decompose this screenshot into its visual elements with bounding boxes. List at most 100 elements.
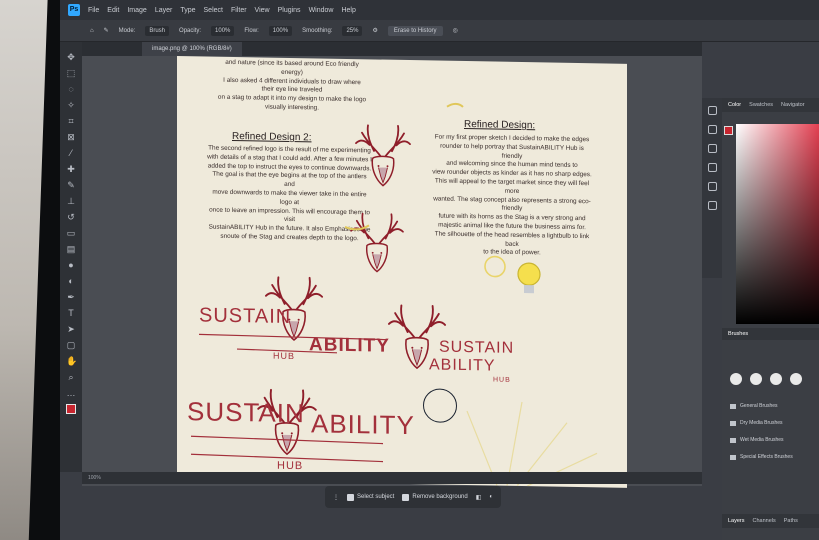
brush-folder-special[interactable]: Special Effects Brushes: [730, 454, 793, 460]
crop-tool-icon[interactable]: ⌗: [66, 116, 76, 126]
remove-background-button[interactable]: Remove background: [402, 493, 468, 501]
menu-filter[interactable]: Filter: [231, 7, 247, 14]
logo2-hub: HUB: [493, 376, 511, 384]
eraser-icon[interactable]: ▭: [66, 228, 76, 238]
brush-tool-icon[interactable]: ✎: [104, 27, 109, 34]
paths-panel-icon[interactable]: [707, 182, 717, 191]
brush-preset[interactable]: [750, 373, 762, 385]
color-panel-tabs: Color Swatches Navigator: [722, 98, 819, 112]
flow-field[interactable]: 100%: [268, 25, 293, 36]
home-icon[interactable]: ⌂: [90, 28, 94, 34]
marquee-tool-icon[interactable]: ⬚: [66, 68, 76, 78]
tab-paths[interactable]: Paths: [784, 518, 798, 524]
color-panel-foreground-chip[interactable]: [724, 126, 733, 135]
folder-icon: [730, 437, 736, 443]
menu-select[interactable]: Select: [204, 7, 223, 14]
history-brush-icon[interactable]: ↺: [66, 212, 76, 222]
magic-wand-icon[interactable]: ✧: [66, 100, 76, 110]
zoom-tool-icon[interactable]: ⌕: [66, 372, 76, 382]
lasso-tool-icon[interactable]: ◌: [66, 84, 76, 94]
frame-tool-icon[interactable]: ⊠: [66, 132, 76, 142]
path-select-icon[interactable]: ➤: [66, 324, 76, 334]
brush-preset[interactable]: [770, 373, 782, 385]
drag-handle-icon[interactable]: ⋮: [333, 494, 339, 501]
logo3-sustain: SUSTAIN: [187, 396, 305, 429]
arrow-sketch-2: [344, 224, 370, 231]
more-tools-icon[interactable]: …: [66, 388, 76, 398]
gradient-tool-icon[interactable]: ▤: [66, 244, 76, 254]
brush-preset[interactable]: [730, 373, 742, 385]
tab-navigator[interactable]: Navigator: [781, 102, 805, 108]
shape-tool-icon[interactable]: ▢: [66, 340, 76, 350]
gear-icon[interactable]: ⚙: [372, 27, 377, 34]
color-picker-field[interactable]: [736, 124, 819, 324]
history-panel-icon[interactable]: [707, 106, 717, 115]
status-bar: 100%: [82, 472, 702, 484]
pen-tool-icon[interactable]: ✒: [66, 292, 76, 302]
document-tab[interactable]: image.png @ 100% (RGB/8#): [142, 42, 242, 56]
brush-preset[interactable]: [790, 373, 802, 385]
right-panels: Color Swatches Navigator Brushes General…: [722, 98, 819, 540]
blur-tool-icon[interactable]: ●: [66, 260, 76, 270]
layers-panel-tabs: Layers Channels Paths: [722, 514, 819, 528]
more-options-icon[interactable]: ◐: [489, 494, 493, 500]
move-tool-icon[interactable]: ✥: [66, 52, 76, 62]
mode-label: Mode:: [118, 27, 136, 34]
pressure-icon[interactable]: ◎: [453, 27, 458, 34]
opacity-field[interactable]: 100%: [211, 25, 235, 36]
document-canvas[interactable]: and nature (since its based around Eco f…: [177, 56, 627, 488]
adjustments-panel-icon[interactable]: [707, 144, 717, 153]
menu-type[interactable]: Type: [180, 7, 195, 14]
circle-shape: [423, 388, 457, 423]
erase-to-history-checkbox[interactable]: Erase to History: [387, 25, 443, 36]
brush-folder-wet[interactable]: Wet Media Brushes: [730, 437, 784, 443]
tab-layers[interactable]: Layers: [728, 518, 745, 524]
stamp-tool-icon[interactable]: ⊥: [66, 196, 76, 206]
ps-logo-icon[interactable]: Ps: [68, 4, 80, 16]
tab-swatches[interactable]: Swatches: [749, 102, 773, 108]
menu-edit[interactable]: Edit: [107, 7, 119, 14]
smoothing-label: Smoothing:: [302, 27, 333, 34]
tools-panel: ✥ ⬚ ◌ ✧ ⌗ ⊠ ⁄ ✚ ✎ ⊥ ↺ ▭ ▤ ● ◐ ✒ T ➤ ▢ ✋ …: [60, 42, 82, 472]
menu-image[interactable]: Image: [127, 7, 146, 14]
remove-background-icon: [402, 493, 410, 501]
menu-layer[interactable]: Layer: [155, 7, 173, 14]
dodge-tool-icon[interactable]: ◐: [66, 276, 76, 286]
smoothing-field[interactable]: 25%: [342, 25, 363, 36]
menu-file[interactable]: File: [88, 7, 99, 14]
mode-select[interactable]: Brush: [145, 25, 170, 36]
tool-options-bar: ⌂ ✎ Mode: Brush Opacity: 100% Flow: 100%…: [60, 20, 819, 42]
tools-panel-icon[interactable]: [707, 201, 717, 210]
mask-icon[interactable]: ◧: [476, 494, 482, 501]
logo1-hub: HUB: [273, 350, 296, 362]
foreground-color-swatch[interactable]: [66, 404, 76, 414]
flow-label: Flow:: [244, 27, 259, 34]
canvas-workspace[interactable]: and nature (since its based around Eco f…: [82, 56, 702, 488]
brush-icon[interactable]: ✎: [66, 180, 76, 190]
tab-channels[interactable]: Channels: [753, 518, 776, 524]
brush-folder-dry[interactable]: Dry Media Brushes: [730, 420, 783, 426]
hand-tool-icon[interactable]: ✋: [66, 356, 77, 366]
opacity-label: Opacity:: [179, 27, 202, 34]
healing-brush-icon[interactable]: ✚: [66, 164, 76, 174]
select-subject-button[interactable]: Select subject: [347, 493, 394, 501]
logo2-ability: ABILITY: [429, 356, 496, 375]
eyedropper-icon[interactable]: ⁄: [66, 148, 76, 158]
arrow-sketch: [446, 102, 464, 108]
menu-window[interactable]: Window: [309, 7, 334, 14]
logo3-hub: HUB: [277, 459, 304, 473]
menu-view[interactable]: View: [255, 7, 270, 14]
stag-head-1: [355, 124, 411, 187]
tab-color[interactable]: Color: [728, 102, 741, 108]
menu-bar: Ps File Edit Image Layer Type Select Fil…: [60, 0, 819, 20]
menu-plugins[interactable]: Plugins: [278, 7, 301, 14]
document-tab-bar: image.png @ 100% (RGB/8#): [82, 42, 702, 56]
type-tool-icon[interactable]: T: [66, 308, 76, 318]
brush-settings-icon[interactable]: [707, 163, 717, 172]
properties-panel-icon[interactable]: [707, 125, 717, 134]
zoom-readout[interactable]: 100%: [88, 475, 101, 481]
menu-help[interactable]: Help: [341, 7, 355, 14]
logo2-sustain: SUSTAIN: [439, 338, 515, 357]
brush-folder-general[interactable]: General Brushes: [730, 403, 778, 409]
tab-brushes[interactable]: Brushes: [722, 328, 819, 340]
